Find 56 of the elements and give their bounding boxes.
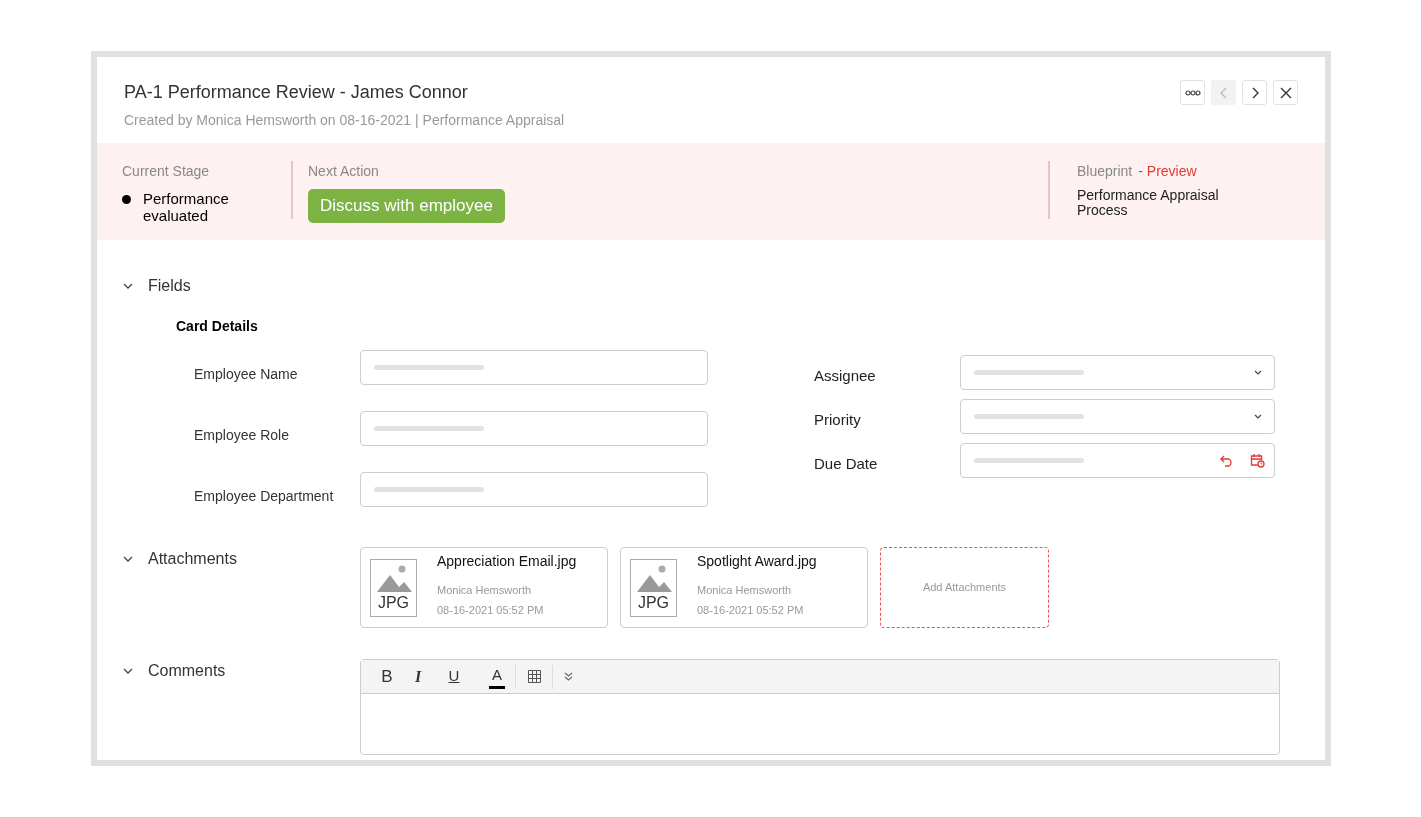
next-action-label: Next Action bbox=[308, 162, 380, 181]
chevron-right-icon bbox=[1250, 86, 1259, 99]
file-author: Monica Hemsworth bbox=[437, 582, 533, 598]
blueprint-label: Blueprint bbox=[1077, 162, 1133, 181]
comment-editor[interactable]: B I U A bbox=[360, 659, 1280, 755]
field-label: Employee Role bbox=[194, 426, 290, 445]
more-button[interactable] bbox=[1180, 80, 1205, 105]
current-stage: Performance evaluated bbox=[143, 190, 230, 224]
preview-tag: - Preview bbox=[1138, 161, 1197, 182]
date-field[interactable] bbox=[960, 443, 1275, 478]
text-input-field[interactable] bbox=[360, 350, 708, 385]
card-details-heading: Card Details bbox=[176, 317, 259, 336]
underline-button[interactable]: U bbox=[447, 664, 461, 689]
close-button[interactable] bbox=[1273, 80, 1298, 105]
undo-icon[interactable] bbox=[1220, 454, 1234, 467]
attachment-card[interactable]: JPG Spotlight Award.jpg Monica Hemsworth 08-16-2021 05:52 PM bbox=[620, 547, 868, 628]
section-title: Fields bbox=[148, 276, 191, 296]
file-timestamp: 08-16-2021 05:52 PM bbox=[697, 603, 805, 618]
italic-button[interactable]: I bbox=[411, 664, 425, 689]
blueprint-name: Performance Appraisal Process bbox=[1077, 188, 1220, 218]
close-icon bbox=[1279, 86, 1292, 99]
bold-button[interactable]: B bbox=[377, 664, 397, 689]
section-title: Attachments bbox=[148, 549, 237, 569]
field-label: Priority bbox=[814, 410, 862, 430]
current-stage-label: Current Stage bbox=[122, 162, 211, 181]
file-name: Appreciation Email.jpg bbox=[437, 551, 577, 571]
field-label: Due Date bbox=[814, 454, 879, 474]
text-input-field[interactable] bbox=[360, 472, 708, 507]
attachment-card[interactable]: JPG Appreciation Email.jpg Monica Hemsworth 08-16-2021 05:52 PM bbox=[360, 547, 608, 628]
table-button[interactable] bbox=[515, 664, 542, 689]
more-options-button[interactable] bbox=[552, 664, 573, 689]
text-input-field[interactable] bbox=[360, 411, 708, 446]
file-timestamp: 08-16-2021 05:52 PM bbox=[437, 603, 545, 618]
chevron-left-icon bbox=[1219, 86, 1228, 99]
dropdown-caret-icon bbox=[1254, 370, 1262, 375]
record-title: PA-1 Performance Review - James Connor bbox=[124, 81, 469, 104]
dropdown-caret-icon bbox=[1254, 414, 1262, 419]
file-type-label: JPG bbox=[637, 594, 670, 611]
field-label: Employee Name bbox=[194, 365, 299, 384]
double-chevron-down-icon bbox=[563, 672, 573, 681]
file-type-label: JPG bbox=[377, 594, 410, 611]
file-name: Spotlight Award.jpg bbox=[697, 551, 817, 571]
image-icon bbox=[375, 564, 412, 593]
more-icon bbox=[1184, 89, 1201, 96]
select-field[interactable] bbox=[960, 355, 1275, 390]
image-icon bbox=[635, 564, 672, 593]
field-label: Assignee bbox=[814, 366, 877, 386]
table-icon bbox=[527, 670, 541, 683]
section-title: Comments bbox=[148, 661, 226, 681]
text-color-button[interactable]: A bbox=[489, 664, 505, 689]
next-button[interactable] bbox=[1242, 80, 1267, 105]
calendar-clock-icon[interactable] bbox=[1250, 453, 1265, 468]
field-label: Employee Department bbox=[194, 487, 335, 506]
file-author: Monica Hemsworth bbox=[697, 582, 793, 598]
record-subtitle: Created by Monica Hemsworth on 08-16-2021 | Performance Appraisal bbox=[124, 111, 565, 130]
select-field[interactable] bbox=[960, 399, 1275, 434]
